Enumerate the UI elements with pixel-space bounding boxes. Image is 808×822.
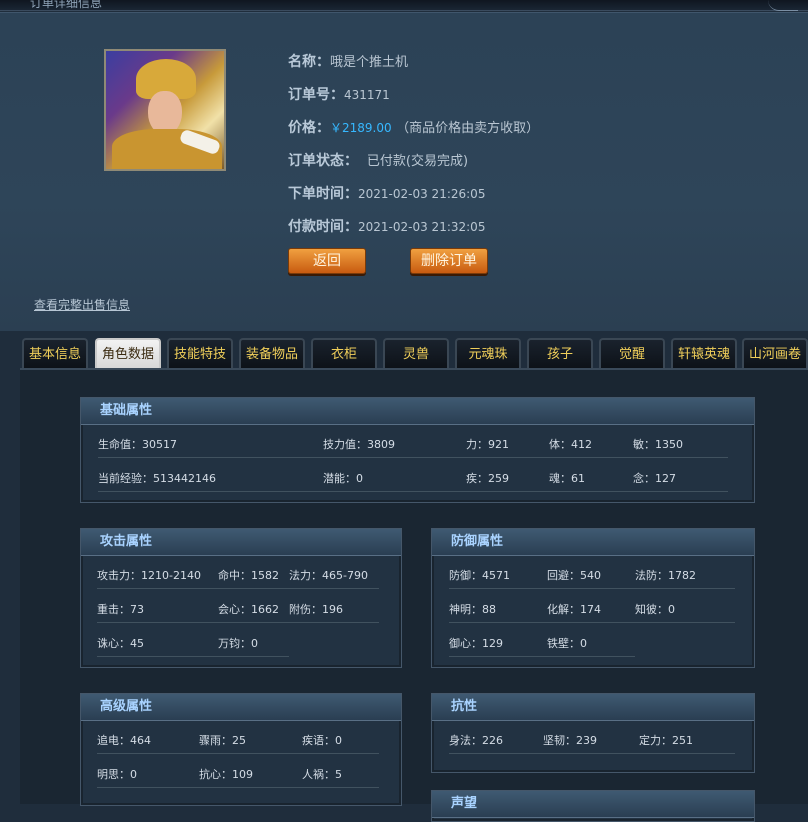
divider	[97, 656, 289, 657]
attack-attributes-panel: 攻击属性 攻击力：1210-2140 命中：1582 法力：465-790 重击…	[80, 528, 402, 668]
stat-exp: 当前经验：513442146	[98, 472, 216, 485]
status-label: 订单状态：	[288, 153, 358, 169]
basic-attributes-panel: 基础属性 生命值：30517 技力值：3809 力：921 体：412 敏：13…	[80, 397, 755, 503]
tab-wardrobe[interactable]: 衣柜	[311, 338, 377, 368]
divider	[97, 622, 379, 623]
stat-kangxin: 抗心：109	[199, 768, 253, 781]
stat-crit: 重击：73	[97, 603, 144, 616]
resistance-panel: 抗性 身法：226 坚韧：239 定力：251	[431, 693, 755, 773]
tab-skills[interactable]: 技能特技	[167, 338, 233, 368]
price-note: （商品价格由卖方收取）	[396, 121, 540, 136]
tab-xuanyuan-hero[interactable]: 轩辕英魂	[671, 338, 737, 368]
stat-hp: 生命值：30517	[98, 438, 177, 451]
pay-time-label: 付款时间：	[288, 219, 358, 235]
panel-title: 攻击属性	[81, 529, 401, 556]
stat-swift: 疾：259	[466, 472, 509, 485]
divider	[97, 753, 379, 754]
stat-jiyu: 疾语：0	[302, 734, 342, 747]
stat-resolve: 化解：174	[547, 603, 601, 616]
status-row: 订单状态： 已付款(交易完成)	[288, 150, 468, 170]
corner-ornament	[768, 0, 798, 11]
stat-zhuidian: 追电：464	[97, 734, 151, 747]
stat-agi: 敏：1350	[633, 438, 683, 451]
name-row: 名称：哦是个推土机	[288, 51, 408, 71]
stat-zhibi: 知彼：0	[635, 603, 675, 616]
stat-sp: 技力值：3809	[323, 438, 395, 451]
tab-spirit-beast[interactable]: 灵兽	[383, 338, 449, 368]
divider	[449, 588, 735, 589]
view-full-listing-link[interactable]: 查看完整出售信息	[34, 296, 130, 313]
tab-character-data[interactable]: 角色数据	[95, 338, 161, 368]
stat-zhuxin: 诛心：45	[97, 637, 144, 650]
order-no-value: 431171	[344, 88, 390, 102]
panel-title: 防御属性	[432, 529, 754, 556]
stat-yuxin: 御心：129	[449, 637, 503, 650]
stat-mingsi: 明思：0	[97, 768, 137, 781]
stat-hit: 命中：1582	[218, 569, 279, 582]
stat-magic: 法力：465-790	[289, 569, 368, 582]
panel-title: 抗性	[432, 694, 754, 721]
order-time-value: 2021-02-03 21:26:05	[358, 187, 486, 201]
price-value: ￥2189.00	[330, 121, 392, 135]
stat-magic-defense: 法防：1782	[635, 569, 696, 582]
stat-wanjun: 万钧：0	[218, 637, 258, 650]
stat-con: 体：412	[549, 438, 592, 451]
divider	[449, 622, 735, 623]
panel-title: 高级属性	[81, 694, 401, 721]
tab-bar: 基本信息 角色数据 技能特技 装备物品 衣柜 灵兽 元魂珠 孩子 觉醒 轩辕英魂…	[20, 338, 808, 368]
divider	[449, 753, 735, 754]
divider	[449, 656, 635, 657]
stat-dingli: 定力：251	[639, 734, 693, 747]
tab-children[interactable]: 孩子	[527, 338, 593, 368]
pay-time-value: 2021-02-03 21:32:05	[358, 220, 486, 234]
tab-basic-info[interactable]: 基本信息	[22, 338, 88, 368]
pay-time-row: 付款时间：2021-02-03 21:32:05	[288, 216, 485, 236]
price-label: 价格：	[288, 120, 330, 136]
panel-title: 基础属性	[81, 398, 754, 425]
stat-soul: 魂：61	[549, 472, 585, 485]
tab-equipment[interactable]: 装备物品	[239, 338, 305, 368]
stat-heart: 会心：1662	[218, 603, 279, 616]
stat-mind: 念：127	[633, 472, 676, 485]
tab-landscape-scroll[interactable]: 山河画卷	[742, 338, 808, 368]
panel-title: 声望	[432, 791, 754, 818]
tab-content-area: 基础属性 生命值：30517 技力值：3809 力：921 体：412 敏：13…	[20, 368, 808, 822]
price-row: 价格：￥2189.00 （商品价格由卖方收取）	[288, 117, 539, 137]
order-time-row: 下单时间：2021-02-03 21:26:05	[288, 183, 485, 203]
stat-shenfa: 身法：226	[449, 734, 503, 747]
divider	[97, 588, 379, 589]
status-value: 已付款(交易完成)	[366, 154, 469, 169]
stat-renhuo: 人祸：5	[302, 768, 342, 781]
tab-soul-orb[interactable]: 元魂珠	[455, 338, 521, 368]
item-avatar-image	[104, 49, 226, 171]
reputation-panel: 声望	[431, 790, 755, 822]
window-title: 订单详细信息	[30, 0, 103, 10]
stat-potential: 潜能：0	[323, 472, 363, 485]
stat-attack: 攻击力：1210-2140	[97, 569, 201, 582]
window-top-bar: 订单详细信息	[0, 0, 808, 11]
divider	[98, 491, 728, 492]
defense-attributes-panel: 防御属性 防御：4571 回避：540 法防：1782 神明：88 化解：174…	[431, 528, 755, 668]
back-button[interactable]: 返回	[288, 248, 366, 274]
stat-jianren: 坚韧：239	[543, 734, 597, 747]
order-no-label: 订单号：	[288, 87, 344, 103]
tab-awakening[interactable]: 觉醒	[599, 338, 665, 368]
stat-dodge: 回避：540	[547, 569, 601, 582]
stat-defense: 防御：4571	[449, 569, 510, 582]
advanced-attributes-panel: 高级属性 追电：464 骤雨：25 疾语：0 明思：0 抗心：109 人祸：5	[80, 693, 402, 806]
stat-zhouyu: 骤雨：25	[199, 734, 246, 747]
stat-shenming: 神明：88	[449, 603, 496, 616]
order-time-label: 下单时间：	[288, 186, 358, 202]
order-info-panel: 名称：哦是个推土机 订单号：431171 价格：￥2189.00 （商品价格由卖…	[0, 12, 808, 331]
stat-str: 力：921	[466, 438, 509, 451]
name-label: 名称：	[288, 54, 330, 70]
order-no-row: 订单号：431171	[288, 84, 390, 104]
stat-tiebi: 铁壁：0	[547, 637, 587, 650]
name-value: 哦是个推土机	[330, 55, 409, 70]
divider	[98, 457, 728, 458]
divider	[97, 787, 379, 788]
stat-extra-damage: 附伤：196	[289, 603, 343, 616]
delete-order-button[interactable]: 删除订单	[410, 248, 488, 274]
